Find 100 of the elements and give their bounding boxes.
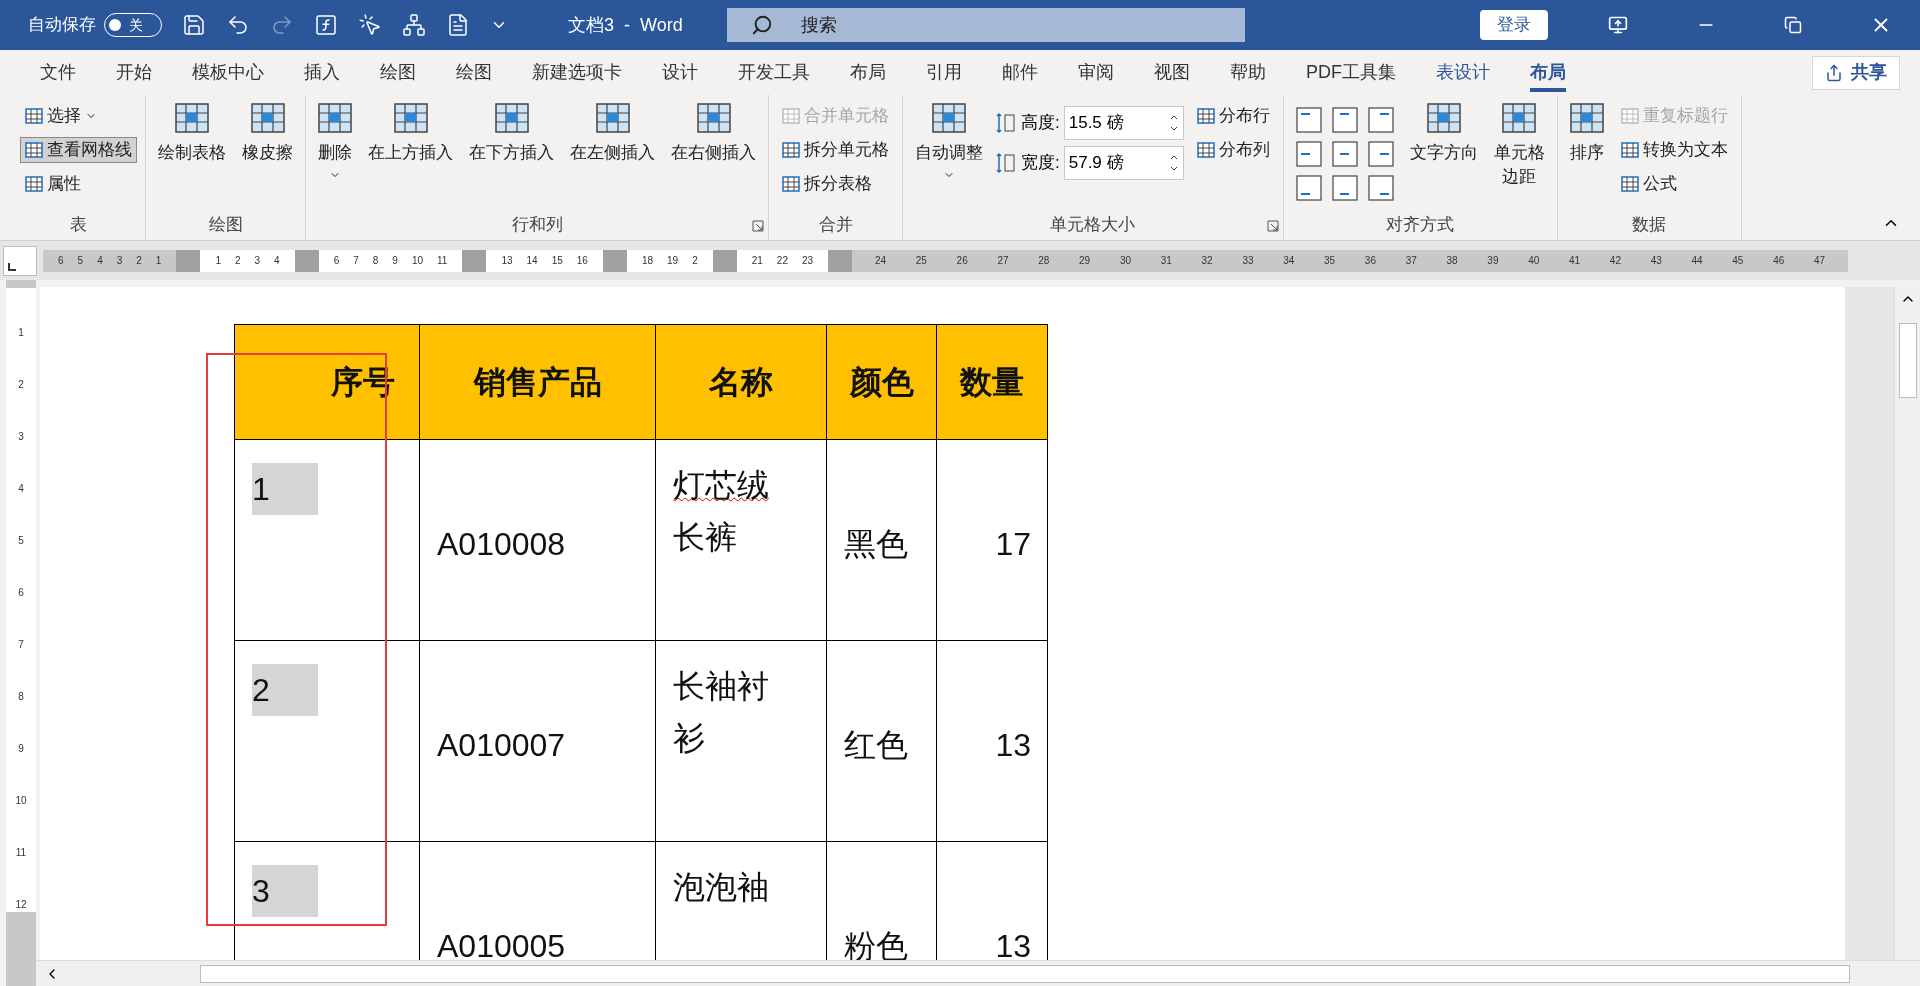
table-icon <box>782 142 800 158</box>
cell-text: 长裤 <box>673 518 738 557</box>
undo-icon[interactable] <box>226 13 250 37</box>
ribbon-tab[interactable]: 绘图 <box>360 50 436 95</box>
ruler-number: 23 <box>800 254 815 268</box>
align-icon[interactable] <box>1367 107 1394 133</box>
ribbon-tab[interactable]: 邮件 <box>982 50 1058 95</box>
ribbon-tab[interactable]: 文件 <box>20 50 96 95</box>
ribbon-button[interactable]: 拆分表格 <box>777 171 877 197</box>
table-icon <box>1620 142 1639 158</box>
ribbon-button[interactable]: 转换为文本 <box>1615 137 1733 163</box>
ribbon-tab[interactable]: 绘图 <box>436 50 512 95</box>
search-field[interactable]: 搜索 <box>726 8 1245 42</box>
scroll-thumb[interactable] <box>200 964 1850 983</box>
function-icon[interactable] <box>314 13 338 37</box>
tab-underline <box>1530 88 1566 92</box>
column-marker[interactable] <box>462 249 487 272</box>
ribbon-button[interactable]: 橡皮擦 <box>238 95 297 165</box>
dialog-launcher-icon[interactable] <box>752 220 764 232</box>
align-icon[interactable] <box>1331 107 1358 133</box>
login-button[interactable]: 登录 <box>1480 10 1548 40</box>
ribbon-tab[interactable]: 模板中心 <box>172 50 284 95</box>
ribbon-button[interactable]: 分布列 <box>1191 137 1275 163</box>
ruler-number: 1 <box>18 326 24 340</box>
ribbon-tab[interactable]: 插入 <box>284 50 360 95</box>
table-cell: 红色 <box>826 640 937 842</box>
ribbon-button[interactable]: 查看网格线 <box>20 137 137 163</box>
scroll-thumb[interactable] <box>1898 323 1917 398</box>
column-marker[interactable] <box>828 249 853 272</box>
hierarchy-icon[interactable] <box>402 13 426 37</box>
column-marker[interactable] <box>176 249 201 272</box>
ribbon-tab[interactable]: 设计 <box>642 50 718 95</box>
ribbon-tab[interactable]: 布局 <box>1510 50 1586 95</box>
share-icon <box>1825 63 1843 82</box>
toggle-knob <box>109 19 121 31</box>
ruler-number: 25 <box>914 254 928 268</box>
horizontal-scrollbar[interactable] <box>36 960 1920 986</box>
ribbon-tab[interactable]: 开发工具 <box>718 50 830 95</box>
align-icon[interactable] <box>1367 141 1394 167</box>
ribbon-tab[interactable]: 开始 <box>96 50 172 95</box>
ribbon-button[interactable]: 公式 <box>1615 171 1682 197</box>
tab-selector[interactable] <box>3 245 37 276</box>
ribbon-button[interactable]: 选择 <box>20 103 102 129</box>
vertical-scrollbar[interactable] <box>1894 287 1920 960</box>
ruler-number: 27 <box>996 254 1010 268</box>
ribbon-display-icon[interactable] <box>1608 15 1628 35</box>
ribbon-button[interactable]: 排序 <box>1565 95 1608 165</box>
ribbon-button[interactable]: 在上方插入 <box>364 95 457 165</box>
restore-icon[interactable] <box>1784 16 1802 34</box>
spin-field[interactable]: 57.9 磅 <box>1063 146 1184 180</box>
align-icon[interactable] <box>1331 141 1358 167</box>
table-icon <box>25 176 43 192</box>
ribbon-tab[interactable]: 审阅 <box>1058 50 1134 95</box>
ribbon-tab[interactable]: 引用 <box>906 50 982 95</box>
ruler-number: 6 <box>332 254 341 268</box>
spin-field[interactable]: 15.5 磅 <box>1063 106 1184 140</box>
field-label: 宽度: <box>1021 152 1060 175</box>
header-cell: 颜色 <box>826 324 937 440</box>
ruler-number: 41 <box>1568 254 1582 268</box>
align-icon[interactable] <box>1331 175 1358 201</box>
column-marker[interactable] <box>712 249 737 272</box>
ribbon-button[interactable]: 分布行 <box>1191 103 1275 129</box>
document-icon[interactable] <box>446 13 470 37</box>
ribbon-button[interactable]: 在右侧插入 <box>667 95 760 165</box>
ribbon-button[interactable]: 删除 <box>314 95 356 181</box>
ribbon-button[interactable]: 文字方向 <box>1405 95 1482 165</box>
share-button[interactable]: 共享 <box>1812 55 1900 90</box>
ribbon-button[interactable]: 自动调整 <box>911 95 987 181</box>
ruler-number: 5 <box>18 534 24 548</box>
save-icon[interactable] <box>182 13 206 37</box>
align-icon[interactable] <box>1295 141 1322 167</box>
ribbon-tab[interactable]: 视图 <box>1134 50 1210 95</box>
table-icon <box>1502 103 1537 133</box>
ribbon-tab[interactable]: 帮助 <box>1210 50 1286 95</box>
column-marker[interactable] <box>294 249 319 272</box>
select-icon[interactable] <box>358 13 382 37</box>
ribbon-tab[interactable]: 表设计 <box>1416 50 1510 95</box>
ribbon-tab[interactable]: 新建选项卡 <box>512 50 642 95</box>
table-icon <box>1620 176 1639 192</box>
dialog-launcher-icon[interactable] <box>1266 220 1279 232</box>
ribbon-button[interactable]: 拆分单元格 <box>777 137 894 163</box>
ruler-number: 8 <box>18 690 24 704</box>
ruler-number: 3 <box>253 254 262 268</box>
ribbon-button[interactable]: 属性 <box>20 171 86 197</box>
ribbon-button[interactable]: 在下方插入 <box>465 95 558 165</box>
ribbon-tab[interactable]: PDF工具集 <box>1286 50 1416 95</box>
group-label: 表 <box>70 214 87 237</box>
ruler-number: 24 <box>873 254 888 268</box>
ruler-number: 9 <box>18 742 24 756</box>
ribbon-button[interactable]: 绘制表格 <box>154 95 230 165</box>
ruler-number: 38 <box>1445 254 1459 268</box>
align-icon[interactable] <box>1295 107 1322 133</box>
align-icon[interactable] <box>1367 175 1394 201</box>
table-cell: 17 <box>936 439 1048 641</box>
ribbon-button[interactable]: 单元格 边距 <box>1489 95 1549 189</box>
table-icon <box>25 142 43 158</box>
column-marker[interactable] <box>602 249 627 272</box>
ribbon-tab[interactable]: 布局 <box>830 50 906 95</box>
ribbon-button[interactable]: 在左侧插入 <box>566 95 659 165</box>
align-icon[interactable] <box>1295 175 1322 201</box>
